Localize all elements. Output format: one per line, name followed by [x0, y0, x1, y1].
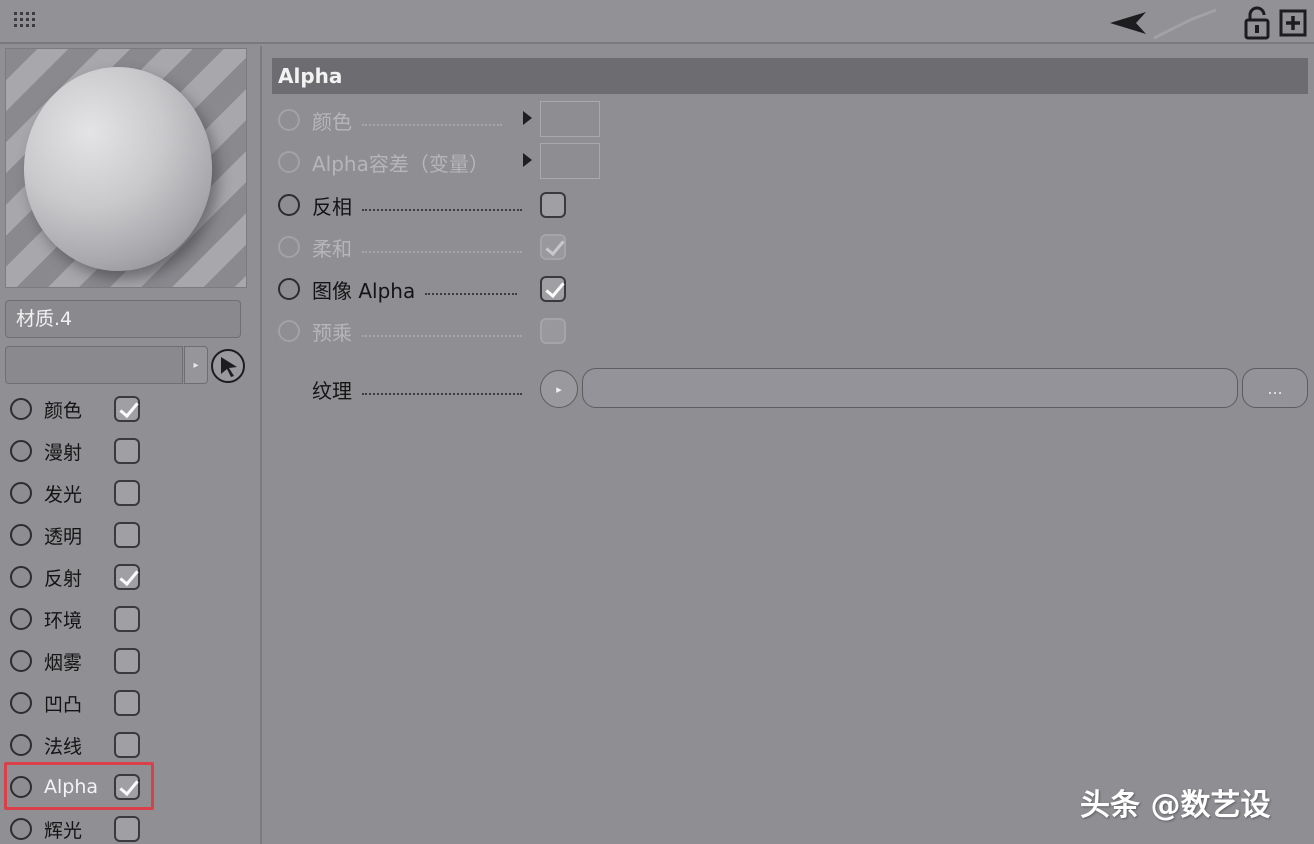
layer-dropdown-button[interactable]: ▸ [184, 346, 208, 384]
prop-label: 预乘 [312, 320, 352, 345]
channel-radio[interactable] [10, 524, 32, 546]
material-name-field[interactable]: 材质.4 [5, 300, 241, 338]
channel-item-glow[interactable]: 辉光 [10, 813, 160, 844]
channel-item-reflection[interactable]: 反射 [10, 561, 160, 593]
channel-radio[interactable] [10, 734, 32, 756]
soft-checkbox[interactable] [540, 234, 566, 260]
texture-field[interactable] [582, 368, 1238, 408]
channel-checkbox[interactable] [114, 648, 140, 674]
alpha-highlight-box [4, 762, 154, 810]
prop-premultiply: 预乘 [278, 313, 522, 349]
channel-checkbox[interactable] [114, 522, 140, 548]
channel-label: 透明 [44, 525, 83, 548]
expand-triangle-icon[interactable] [523, 111, 532, 125]
prop-radio [278, 151, 300, 173]
channel-checkbox[interactable] [114, 438, 140, 464]
channel-item-transparency[interactable]: 透明 [10, 519, 160, 551]
channel-item-environment[interactable]: 环境 [10, 603, 160, 635]
prop-texture: 纹理 [300, 371, 522, 407]
material-preview[interactable] [5, 48, 247, 288]
channel-radio[interactable] [10, 440, 32, 462]
prop-radio [278, 109, 300, 131]
prop-color: 颜色 [278, 102, 502, 138]
prop-invert: 反相 [278, 187, 522, 223]
image-alpha-checkbox[interactable] [540, 276, 566, 302]
channel-label: 环境 [44, 609, 83, 632]
section-title: Alpha [272, 58, 1308, 94]
chevron-right-icon: ▸ [556, 382, 562, 396]
channel-label: 颜色 [44, 399, 83, 422]
prop-label: 反相 [312, 194, 352, 219]
prop-radio [278, 320, 300, 342]
forward-arrow-icon[interactable] [1150, 6, 1220, 42]
channel-label: 漫射 [44, 441, 83, 464]
texture-browse-button[interactable]: ... [1242, 368, 1308, 408]
new-window-icon[interactable] [1278, 8, 1308, 38]
channel-item-luminance[interactable]: 发光 [10, 477, 160, 509]
prop-radio [278, 236, 300, 258]
channel-label: 凹凸 [44, 693, 83, 716]
tolerance-swatch[interactable] [540, 143, 600, 179]
prop-radio[interactable] [278, 194, 300, 216]
channel-item-color[interactable]: 颜色 [10, 393, 160, 425]
soft-checkbox-wrap [540, 234, 566, 260]
texture-menu-button[interactable]: ▸ [540, 370, 578, 408]
channel-checkbox[interactable] [114, 396, 140, 422]
unlock-icon[interactable] [1242, 6, 1272, 40]
channel-radio[interactable] [10, 398, 32, 420]
channel-label: 辉光 [44, 819, 83, 842]
prop-image-alpha: 图像 Alpha [278, 271, 518, 307]
preview-sphere [24, 67, 212, 271]
pointer-picker-icon[interactable] [210, 348, 246, 384]
toolbar [0, 0, 1314, 44]
watermark: 头条 @数艺设 [1080, 788, 1271, 823]
channel-checkbox[interactable] [114, 606, 140, 632]
channel-item-normal[interactable]: 法线 [10, 729, 160, 761]
expand-triangle-icon[interactable] [523, 153, 532, 167]
prop-label: 柔和 [312, 236, 352, 261]
premultiply-checkbox[interactable] [540, 318, 566, 344]
channel-checkbox[interactable] [114, 816, 140, 842]
channel-checkbox[interactable] [114, 480, 140, 506]
color-swatch[interactable] [540, 101, 600, 137]
prop-label: 纹理 [312, 378, 352, 403]
prop-label: 颜色 [312, 109, 352, 134]
prop-label: Alpha容差（变量） [312, 151, 489, 176]
channel-label: 发光 [44, 483, 83, 506]
premultiply-checkbox-wrap [540, 318, 566, 344]
channel-radio[interactable] [10, 818, 32, 840]
channel-checkbox[interactable] [114, 732, 140, 758]
channel-radio[interactable] [10, 650, 32, 672]
grip-icon[interactable] [12, 10, 38, 32]
channel-radio[interactable] [10, 608, 32, 630]
channel-radio[interactable] [10, 482, 32, 504]
channel-radio[interactable] [10, 692, 32, 714]
prop-soft: 柔和 [278, 229, 522, 265]
invert-checkbox[interactable] [540, 192, 566, 218]
channel-checkbox[interactable] [114, 564, 140, 590]
channel-item-bump[interactable]: 凹凸 [10, 687, 160, 719]
layer-field[interactable] [5, 346, 183, 384]
channel-item-diffuse[interactable]: 漫射 [10, 435, 160, 467]
channel-label: 反射 [44, 567, 83, 590]
prop-label: 图像 Alpha [312, 278, 416, 303]
channel-label: 烟雾 [44, 651, 83, 674]
channel-checkbox[interactable] [114, 690, 140, 716]
chevron-right-icon: ▸ [193, 359, 199, 371]
channel-label: 法线 [44, 735, 83, 758]
prop-alpha-tolerance: Alpha容差（变量） [278, 144, 489, 180]
prop-radio[interactable] [278, 278, 300, 300]
channel-item-fog[interactable]: 烟雾 [10, 645, 160, 677]
back-arrow-icon[interactable] [1108, 10, 1148, 36]
channel-radio[interactable] [10, 566, 32, 588]
